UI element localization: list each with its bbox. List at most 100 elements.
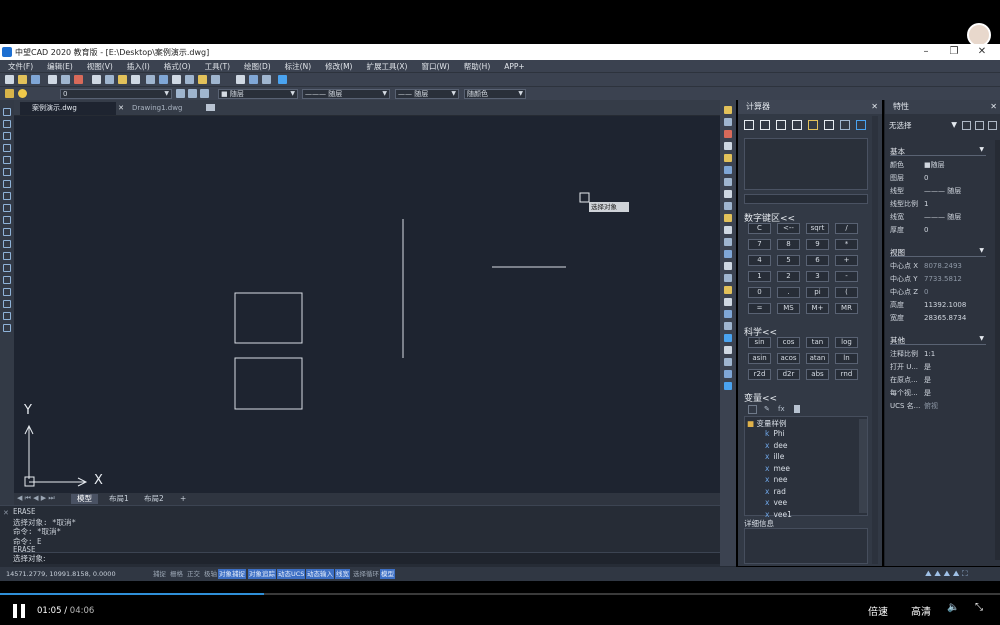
- menu-item-3[interactable]: 插入(I): [127, 61, 150, 72]
- layer-manager-icon[interactable]: [5, 89, 14, 98]
- modify-tool-icon-18[interactable]: [724, 322, 732, 330]
- calc-tool-icon-1[interactable]: [760, 120, 770, 130]
- toolbar-icon-11[interactable]: [159, 75, 168, 84]
- draw-tool-icon-1[interactable]: [3, 120, 11, 128]
- property-row[interactable]: 厚度 0: [890, 224, 998, 236]
- draw-tool-icon-10[interactable]: [3, 228, 11, 236]
- modify-tool-icon-23[interactable]: [724, 382, 732, 390]
- property-row[interactable]: 在原点... 是: [890, 374, 998, 386]
- variable-scrollbar[interactable]: [859, 419, 867, 513]
- status-toggle[interactable]: 正交: [186, 569, 201, 579]
- status-toggle[interactable]: 对象捕捉: [218, 569, 246, 579]
- numpad-key[interactable]: C: [748, 223, 771, 234]
- status-toggle[interactable]: 模型: [380, 569, 395, 579]
- toolbar-icon-17[interactable]: [249, 75, 258, 84]
- numpad-key[interactable]: pi: [806, 287, 829, 298]
- modify-tool-icon-6[interactable]: [724, 178, 732, 186]
- modify-tool-icon-15[interactable]: [724, 286, 732, 294]
- variable-item[interactable]: x vee: [765, 498, 787, 507]
- drawing-canvas[interactable]: Y X 选择对象: [14, 116, 720, 493]
- modify-tool-icon-11[interactable]: [724, 238, 732, 246]
- toolbar-icon-4[interactable]: [61, 75, 70, 84]
- linetype-combo[interactable]: ——— 随层 ▼: [302, 89, 390, 99]
- draw-tool-icon-14[interactable]: [3, 276, 11, 284]
- numpad-key[interactable]: 2: [777, 271, 800, 282]
- numpad-key[interactable]: 4: [748, 255, 771, 266]
- toolbar-icon-8[interactable]: [118, 75, 127, 84]
- draw-tool-icon-3[interactable]: [3, 144, 11, 152]
- modify-tool-icon-8[interactable]: [724, 202, 732, 210]
- numpad-key[interactable]: 8: [777, 239, 800, 250]
- toolbar-icon-10[interactable]: [146, 75, 155, 84]
- numpad-key[interactable]: -: [835, 271, 858, 282]
- quality-button[interactable]: 高清: [911, 603, 931, 618]
- variable-group[interactable]: ■ 变量样例: [747, 418, 786, 429]
- toolbar-icon-9[interactable]: [131, 75, 140, 84]
- status-toggle[interactable]: 选择循环: [352, 569, 380, 579]
- numpad-key[interactable]: .: [777, 287, 800, 298]
- scientific-key[interactable]: cos: [777, 337, 800, 348]
- draw-tool-icon-8[interactable]: [3, 204, 11, 212]
- property-row[interactable]: 线型比例 1: [890, 198, 998, 210]
- status-toggle[interactable]: 栅格: [169, 569, 184, 579]
- modify-tool-icon-12[interactable]: [724, 250, 732, 258]
- scientific-key[interactable]: atan: [806, 353, 829, 364]
- modify-tool-icon-5[interactable]: [724, 166, 732, 174]
- property-row[interactable]: 图层 0: [890, 172, 998, 184]
- draw-tool-icon-9[interactable]: [3, 216, 11, 224]
- modify-tool-icon-22[interactable]: [724, 370, 732, 378]
- function-icon[interactable]: fx: [778, 405, 785, 413]
- toolbar-icon-3[interactable]: [48, 75, 57, 84]
- modify-tool-icon-0[interactable]: [724, 106, 732, 114]
- modify-tool-icon-13[interactable]: [724, 262, 732, 270]
- status-toggle[interactable]: 动态输入: [306, 569, 334, 579]
- property-row[interactable]: 中心点 Y 7733.5812: [890, 273, 998, 285]
- numpad-key[interactable]: =: [748, 303, 771, 314]
- modify-tool-icon-16[interactable]: [724, 298, 732, 306]
- draw-tool-icon-11[interactable]: [3, 240, 11, 248]
- property-group-header[interactable]: 基本 ▼: [890, 146, 986, 156]
- toolbar-icon-0[interactable]: [5, 75, 14, 84]
- menu-item-9[interactable]: 扩展工具(X): [366, 61, 407, 72]
- draw-tool-icon-2[interactable]: [3, 132, 11, 140]
- toolbar-icon-18[interactable]: [262, 75, 271, 84]
- property-row[interactable]: 宽度 28365.8734: [890, 312, 998, 324]
- delete-variable-icon[interactable]: [794, 405, 800, 413]
- calculator-display[interactable]: [744, 138, 868, 190]
- property-row[interactable]: 高度 11392.1008: [890, 299, 998, 311]
- pause-button[interactable]: [13, 604, 25, 618]
- close-icon[interactable]: ✕: [968, 44, 996, 60]
- layout-nav-icons[interactable]: ◀ ⏮ ◀ ▶ ⏭: [17, 494, 55, 503]
- toolbar-icon-16[interactable]: [236, 75, 245, 84]
- numpad-key[interactable]: 3: [806, 271, 829, 282]
- collapse-icon[interactable]: ▼: [979, 247, 984, 254]
- calc-tool-icon-4[interactable]: [808, 120, 818, 130]
- command-input[interactable]: 选择对象:: [13, 552, 723, 564]
- variable-item[interactable]: k Phi: [765, 429, 785, 438]
- edit-variable-icon[interactable]: ✎: [764, 405, 770, 413]
- property-row[interactable]: 注释比例 1:1: [890, 348, 998, 360]
- draw-tool-icon-6[interactable]: [3, 180, 11, 188]
- toolbar-icon-2[interactable]: [31, 75, 40, 84]
- menu-item-11[interactable]: 帮助(H): [464, 61, 491, 72]
- scientific-key[interactable]: tan: [806, 337, 829, 348]
- calc-tool-icon-7[interactable]: [856, 120, 866, 130]
- exit-fullscreen-icon[interactable]: ⤡: [975, 602, 983, 613]
- scientific-key[interactable]: rnd: [835, 369, 858, 380]
- selection-combo[interactable]: 无选择 ▼: [889, 120, 959, 131]
- draw-tool-icon-7[interactable]: [3, 192, 11, 200]
- menu-item-10[interactable]: 窗口(W): [421, 61, 449, 72]
- toolbar-icon-13[interactable]: [185, 75, 194, 84]
- status-right-icons[interactable]: ⛰ ⛰ ⛰ ⛰ ⛶: [925, 569, 968, 579]
- variables-title[interactable]: 变量<<: [744, 391, 777, 404]
- toolbar-icon-7[interactable]: [105, 75, 114, 84]
- draw-tool-icon-18[interactable]: [3, 324, 11, 332]
- collapse-icon[interactable]: ▼: [979, 146, 984, 153]
- menu-item-8[interactable]: 修改(M): [325, 61, 352, 72]
- modify-tool-icon-20[interactable]: [724, 346, 732, 354]
- draw-tool-icon-16[interactable]: [3, 300, 11, 308]
- numpad-key[interactable]: 0: [748, 287, 771, 298]
- modify-tool-icon-21[interactable]: [724, 358, 732, 366]
- variable-item[interactable]: x ille: [765, 452, 784, 461]
- numpad-key[interactable]: 7: [748, 239, 771, 250]
